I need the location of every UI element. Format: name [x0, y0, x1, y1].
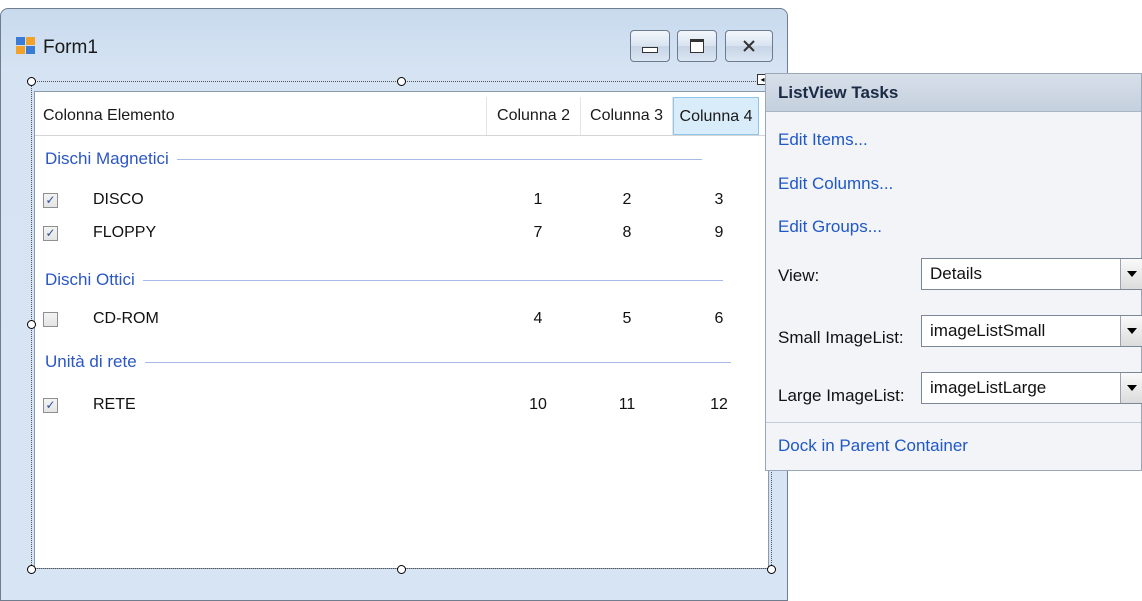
group-header-unita-di-rete: Unità di rete: [45, 350, 731, 374]
item-value-col2: 1: [533, 191, 543, 208]
column-header-2[interactable]: Colunna 2: [487, 97, 581, 135]
resize-handle-left[interactable]: [27, 320, 36, 329]
item-value-col3: 5: [622, 310, 632, 327]
resize-handle-bottom-right[interactable]: [767, 565, 776, 574]
item-value-col4: 12: [710, 396, 728, 413]
group-header-dischi-ottici: Dischi Ottici: [45, 268, 723, 292]
tasks-panel-title: ListView Tasks: [766, 74, 1141, 112]
group-header-dischi-magnetici: Dischi Magnetici: [45, 147, 702, 171]
resize-handle-bottom[interactable]: [397, 565, 406, 574]
form-app-icon: [16, 37, 35, 54]
resize-handle-bottom-left[interactable]: [27, 565, 36, 574]
checkbox-unchecked[interactable]: [43, 312, 58, 327]
maximize-button[interactable]: [677, 30, 717, 62]
item-value-col2: 4: [533, 310, 543, 327]
dock-in-parent-link[interactable]: Dock in Parent Container: [778, 436, 968, 456]
view-dropdown-value: Details: [930, 264, 982, 283]
group-divider: [142, 279, 723, 281]
large-imagelist-label: Large ImageList:: [778, 386, 905, 405]
listview-tasks-panel: ListView Tasks Edit Items... Edit Column…: [765, 73, 1142, 471]
large-imagelist-dropdown[interactable]: imageListLarge: [921, 372, 1142, 404]
item-value-col2: 10: [529, 396, 547, 413]
column-header-4[interactable]: Colunna 4: [673, 97, 759, 135]
view-label: View:: [778, 266, 820, 285]
minimize-icon: [642, 47, 658, 53]
large-imagelist-value: imageListLarge: [930, 378, 1047, 397]
resize-handle-top[interactable]: [397, 77, 406, 86]
item-value-col3: 2: [622, 191, 632, 208]
dropdown-arrow-icon[interactable]: [1120, 316, 1142, 346]
group-label: Dischi Magnetici: [45, 149, 169, 168]
item-value-col4: 9: [714, 224, 724, 241]
small-imagelist-dropdown[interactable]: imageListSmall: [921, 315, 1142, 347]
group-label: Unità di rete: [45, 352, 137, 371]
close-icon: [743, 40, 755, 52]
dropdown-arrow-icon[interactable]: [1120, 373, 1142, 403]
small-imagelist-label: Small ImageList:: [778, 328, 904, 347]
small-imagelist-value: imageListSmall: [930, 321, 1046, 340]
column-header-3[interactable]: Colunna 3: [581, 97, 673, 135]
item-name: CD-ROM: [93, 310, 159, 327]
group-label: Dischi Ottici: [45, 270, 135, 289]
column-header-elemento[interactable]: Colonna Elemento: [35, 97, 487, 135]
list-item-disco[interactable]: ✓ DISCO 1 2 3: [35, 189, 768, 217]
edit-items-link[interactable]: Edit Items...: [778, 130, 868, 150]
item-name: FLOPPY: [93, 224, 157, 241]
window-title: Form1: [43, 37, 98, 58]
item-name: DISCO: [93, 191, 144, 208]
close-button[interactable]: [725, 30, 773, 62]
item-value-col4: 3: [714, 191, 724, 208]
resize-handle-top-left[interactable]: [27, 77, 36, 86]
maximize-icon: [690, 39, 704, 53]
minimize-button[interactable]: [630, 30, 670, 62]
list-item-rete[interactable]: ✓ RETE 10 11 12: [35, 394, 768, 422]
item-value-col3: 11: [618, 396, 636, 413]
checkbox-checked[interactable]: ✓: [43, 226, 58, 241]
list-item-floppy[interactable]: ✓ FLOPPY 7 8 9: [35, 222, 768, 250]
group-divider: [176, 158, 702, 160]
view-dropdown[interactable]: Details: [921, 258, 1142, 290]
column-header: Colonna Elemento Colunna 2 Colunna 3 Col…: [35, 97, 768, 136]
tasks-divider: [766, 422, 1141, 423]
dropdown-arrow-icon[interactable]: [1120, 259, 1142, 289]
edit-groups-link[interactable]: Edit Groups...: [778, 217, 882, 237]
item-name: RETE: [93, 396, 136, 413]
list-item-cd-rom[interactable]: CD-ROM 4 5 6: [35, 308, 768, 336]
checkbox-checked[interactable]: ✓: [43, 398, 58, 413]
checkbox-checked[interactable]: ✓: [43, 193, 58, 208]
item-value-col3: 8: [622, 224, 632, 241]
item-value-col2: 7: [533, 224, 543, 241]
edit-columns-link[interactable]: Edit Columns...: [778, 174, 893, 194]
group-divider: [144, 361, 731, 363]
listview[interactable]: Colonna Elemento Colunna 2 Colunna 3 Col…: [34, 91, 769, 569]
item-value-col4: 6: [714, 310, 724, 327]
